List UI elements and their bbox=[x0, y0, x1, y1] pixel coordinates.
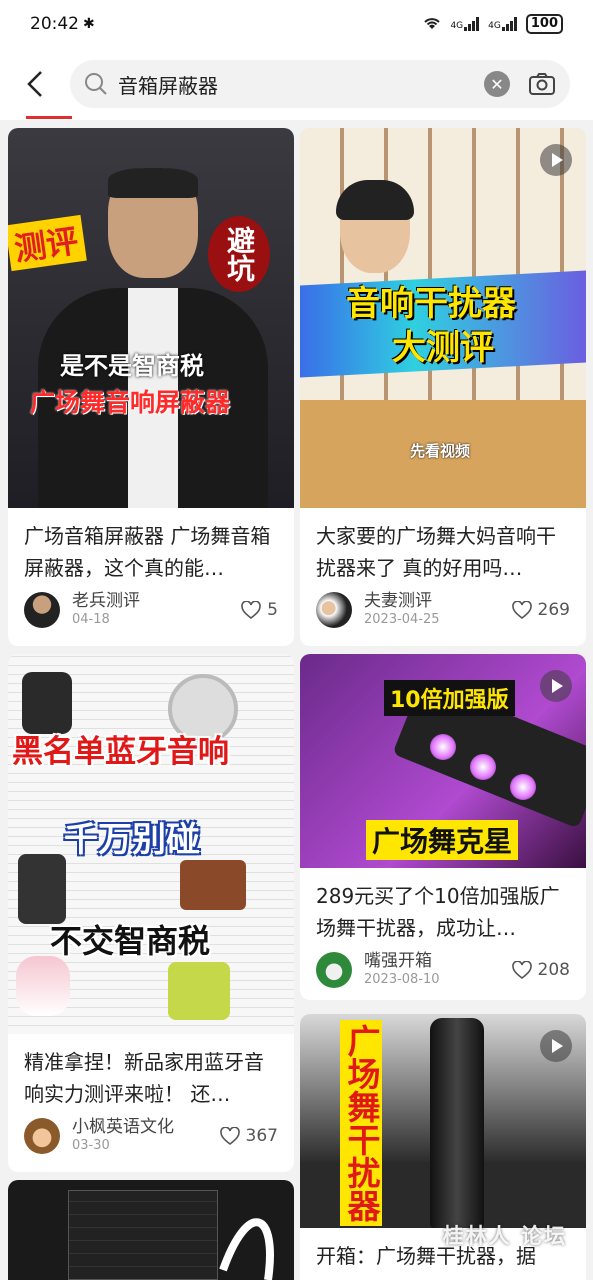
camera-icon bbox=[529, 73, 555, 95]
play-icon[interactable] bbox=[540, 144, 572, 176]
like-count: 208 bbox=[537, 960, 570, 980]
video-card[interactable]: 黑名单蓝牙音响 千万别碰 不交智商税 精准拿捏！新品家用蓝牙音响实力测评来啦！ … bbox=[8, 654, 294, 1172]
overlay-headline: 音响干扰器 bbox=[346, 284, 516, 324]
like-button[interactable]: 367 bbox=[219, 1126, 278, 1146]
signal-icon-1: 4G bbox=[450, 17, 480, 31]
video-thumbnail[interactable]: 广场舞干扰器 bbox=[300, 1014, 586, 1228]
overlay-headline: 广场舞克星 bbox=[366, 820, 519, 860]
search-icon bbox=[85, 73, 107, 95]
led-light bbox=[470, 754, 496, 780]
heart-icon bbox=[219, 1127, 240, 1145]
search-query[interactable]: 音箱屏蔽器 bbox=[118, 70, 484, 99]
watermark: 桂林人 论坛 bbox=[442, 1224, 567, 1248]
overlay-subtitle: 大测评 bbox=[392, 328, 494, 368]
like-button[interactable]: 269 bbox=[511, 600, 570, 620]
card-title[interactable]: 289元买了个10倍加强版广场舞干扰器，成功让… bbox=[300, 868, 586, 944]
video-thumbnail[interactable]: 音响干扰器 大测评 先看视频 bbox=[300, 128, 586, 508]
avatar[interactable] bbox=[24, 592, 60, 628]
card-title[interactable]: 广场音箱屏蔽器 广场舞音箱屏蔽器，这个真的能… bbox=[8, 508, 294, 584]
avatar[interactable] bbox=[316, 592, 352, 628]
author-name[interactable]: 夫妻测评 bbox=[364, 591, 512, 611]
avatar[interactable] bbox=[24, 1118, 60, 1154]
like-count: 269 bbox=[537, 600, 570, 620]
battery-indicator: 100 bbox=[525, 14, 563, 34]
speaker-image bbox=[22, 672, 72, 734]
play-icon[interactable] bbox=[540, 1030, 572, 1062]
card-meta: 老兵测评 04-18 5 bbox=[8, 584, 294, 636]
back-button[interactable] bbox=[0, 49, 72, 119]
camera-search-button[interactable] bbox=[528, 70, 556, 98]
close-icon: ✕ bbox=[490, 74, 504, 94]
heart-icon bbox=[241, 601, 261, 619]
like-count: 367 bbox=[245, 1126, 278, 1146]
status-time: 20:42 bbox=[30, 14, 79, 34]
overlay-subtitle: 是不是智商税 bbox=[60, 352, 204, 380]
like-button[interactable]: 5 bbox=[241, 600, 278, 620]
speaker-image bbox=[180, 860, 246, 910]
overlay-caption: 不交智商税 bbox=[50, 922, 211, 960]
author-name[interactable]: 小枫英语文化 bbox=[72, 1117, 220, 1137]
led-light bbox=[430, 734, 456, 760]
like-count: 5 bbox=[267, 600, 278, 620]
speaker-image bbox=[16, 956, 70, 1016]
led-light bbox=[510, 774, 536, 800]
card-meta: 嘴强开箱 2023-08-10 208 bbox=[300, 944, 586, 996]
overlay-caption: 先看视频 bbox=[410, 442, 471, 460]
speaker-image bbox=[168, 962, 230, 1020]
avatar[interactable] bbox=[316, 952, 352, 988]
speaker-image bbox=[18, 854, 66, 924]
play-icon[interactable] bbox=[540, 670, 572, 702]
overlay-headline: 广场舞音响屏蔽器 bbox=[30, 388, 231, 417]
author-name[interactable]: 嘴强开箱 bbox=[364, 951, 512, 971]
video-thumbnail[interactable]: 测评 避坑 是不是智商税 广场舞音响屏蔽器 bbox=[8, 128, 294, 508]
video-card[interactable]: 测评 避坑 是不是智商税 广场舞音响屏蔽器 广场音箱屏蔽器 广场舞音箱屏蔽器，这… bbox=[8, 128, 294, 646]
video-thumbnail[interactable]: 10倍加强版 广场舞克星 bbox=[300, 654, 586, 868]
clear-button[interactable]: ✕ bbox=[484, 71, 510, 97]
chevron-left-icon bbox=[27, 71, 42, 97]
search-header: 音箱屏蔽器 ✕ bbox=[0, 48, 593, 120]
signal-icon-2: 4G bbox=[488, 17, 518, 31]
post-date: 04-18 bbox=[72, 612, 110, 627]
video-thumbnail[interactable] bbox=[8, 1180, 294, 1280]
handwritten-stroke bbox=[219, 1218, 274, 1280]
video-thumbnail[interactable]: 黑名单蓝牙音响 千万别碰 不交智商税 bbox=[8, 654, 294, 1034]
card-meta: 夫妻测评 2023-04-25 269 bbox=[300, 584, 586, 636]
video-card[interactable]: 10倍加强版 广场舞克星 289元买了个10倍加强版广场舞干扰器，成功让… 嘴强… bbox=[300, 654, 586, 1000]
card-meta: 小枫英语文化 03-30 367 bbox=[8, 1110, 294, 1162]
post-date: 03-30 bbox=[72, 1138, 110, 1153]
overlay-headline: 广场舞干扰器 bbox=[340, 1020, 382, 1226]
wifi-icon bbox=[422, 15, 442, 34]
status-bar: 20:42 ✱ 4G 4G 100 bbox=[0, 0, 593, 48]
overlay-headline: 黑名单蓝牙音响 bbox=[12, 734, 229, 770]
overlay-subtitle: 千万别碰 bbox=[64, 820, 200, 860]
card-title[interactable]: 精准拿捏！新品家用蓝牙音响实力测评来啦！ 还… bbox=[8, 1034, 294, 1110]
post-date: 2023-04-25 bbox=[364, 612, 440, 627]
heart-icon bbox=[511, 601, 532, 619]
overlay-badge: 避坑 bbox=[208, 216, 270, 292]
overlay-badge: 10倍加强版 bbox=[384, 680, 515, 716]
post-date: 2023-08-10 bbox=[364, 972, 440, 987]
video-card[interactable]: 音响干扰器 大测评 先看视频 大家要的广场舞大妈音响干扰器来了 真的好用吗… 夫… bbox=[300, 128, 586, 646]
card-title[interactable]: 大家要的广场舞大妈音响干扰器来了 真的好用吗… bbox=[300, 508, 586, 584]
search-input[interactable]: 音箱屏蔽器 ✕ bbox=[70, 60, 570, 108]
author-name[interactable]: 老兵测评 bbox=[72, 591, 241, 611]
active-tab-underline bbox=[26, 116, 72, 119]
video-card[interactable] bbox=[8, 1180, 294, 1280]
like-button[interactable]: 208 bbox=[511, 960, 570, 980]
flashlight-image bbox=[430, 1018, 484, 1228]
heart-icon bbox=[511, 961, 532, 979]
bluetooth-icon: ✱ bbox=[83, 16, 95, 32]
